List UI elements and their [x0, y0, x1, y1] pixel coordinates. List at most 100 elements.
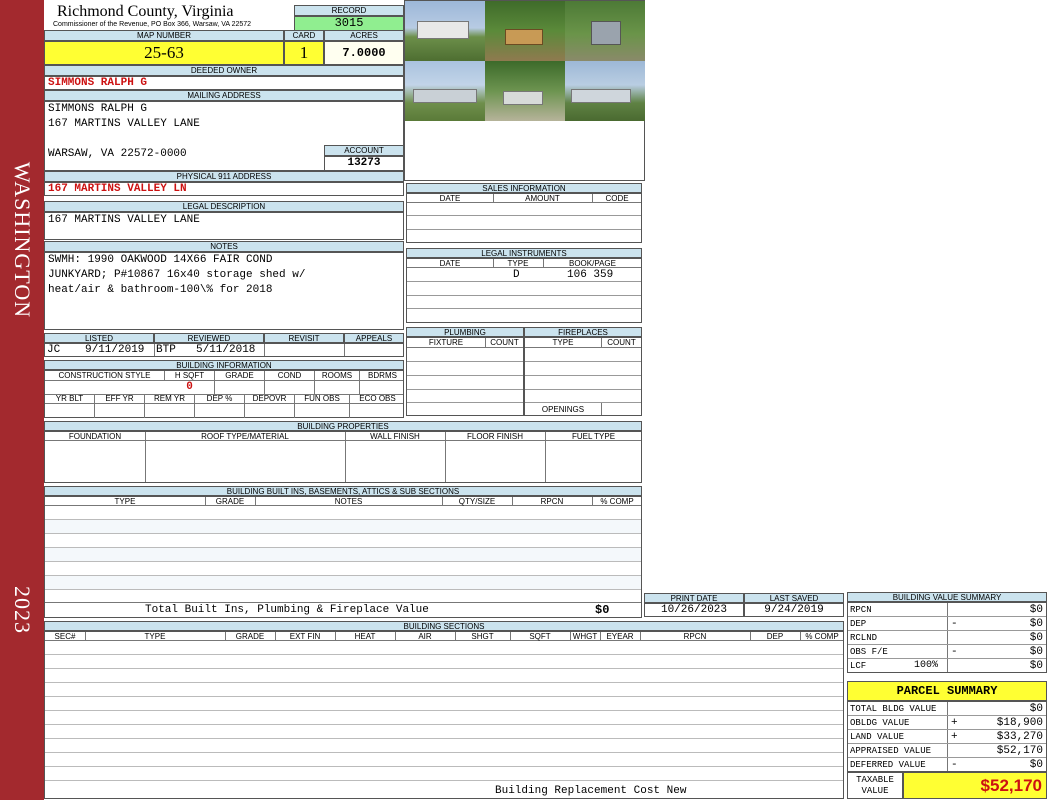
year-label: 2023 [10, 586, 35, 634]
col-eco-obs: ECO OBS [359, 394, 396, 403]
bvs-lcf-label: LCF [850, 661, 867, 671]
sections-col-type: TYPE [144, 632, 166, 641]
sections-col-sqft: SQFT [529, 632, 551, 641]
building-info-header: BUILDING INFORMATION [44, 360, 404, 370]
builtins-col-comp: % COMP [600, 497, 634, 506]
print-date-value: 10/26/2023 [644, 603, 744, 617]
bvs-dep-label: DEP [850, 619, 867, 629]
col-rem-yr: REM YR [154, 394, 185, 403]
fireplaces-openings: OPENINGS [541, 405, 585, 414]
sections-col-grade: GRADE [235, 632, 265, 641]
plumbing-header: PLUMBING [406, 327, 524, 337]
col-yr-blt: YR BLT [55, 394, 84, 403]
bvs-rclnd-label: RCLND [850, 633, 878, 643]
builtins-col-notes: NOTES [334, 497, 363, 506]
physical-address-header: PHYSICAL 911 ADDRESS [44, 171, 404, 182]
taxable-label-box: TAXABLE VALUE [847, 772, 903, 799]
commissioner-address: Commissioner of the Revenue, PO Box 366,… [53, 21, 252, 28]
legal-description-box: 167 MARTINS VALLEY LANE [44, 212, 404, 240]
sections-col-shgt: SHGT [471, 632, 494, 641]
parcel-land-value: $33,270 [996, 731, 1043, 743]
sections-header: BUILDING SECTIONS [44, 621, 844, 631]
taxable-label-1: TAXABLE [856, 775, 894, 785]
properties-header: BUILDING PROPERTIES [44, 421, 642, 431]
fireplaces-header: FIREPLACES [524, 327, 642, 337]
parcel-obldg-label: OBLDG VALUE [850, 718, 910, 728]
col-eff-yr: EFF YR [105, 394, 134, 403]
legal-description-header: LEGAL DESCRIPTION [44, 201, 404, 212]
properties-table: FOUNDATION ROOF TYPE/MATERIAL WALL FINIS… [44, 431, 642, 483]
sidebar-band: WASHINGTON 2023 [0, 0, 44, 800]
col-cond: COND [277, 371, 302, 380]
photo-house-2 [485, 1, 565, 61]
record-value: 3015 [294, 16, 404, 31]
acres-header: ACRES [324, 30, 404, 41]
prop-col-foundation: FOUNDATION [68, 432, 122, 441]
col-rooms: ROOMS [321, 371, 353, 380]
sales-col-date: DATE [439, 194, 461, 203]
sections-footer: Building Replacement Cost New [495, 785, 687, 797]
bvs-rpcn-value: $0 [1029, 604, 1043, 616]
fireplaces-table: TYPE COUNT OPENINGS [524, 337, 642, 416]
col-fun-obs: FUN OBS [304, 394, 340, 403]
sections-col-eyear: EYEAR [606, 632, 634, 641]
col-dep-pct: DEP % [206, 394, 233, 403]
builtins-table: TYPE GRADE NOTES QTY/SIZE RPCN % COMP To… [44, 496, 642, 618]
plumbing-col-fixture: FIXTURE [428, 338, 464, 347]
legal-description-value: 167 MARTINS VALLEY LANE [48, 214, 200, 226]
instrument-type: D [513, 269, 520, 281]
card-value: 1 [284, 41, 324, 65]
col-depovr: DEPOVR [252, 394, 287, 403]
photo-yard-5 [485, 61, 565, 121]
parcel-land-label: LAND VALUE [850, 732, 905, 742]
fireplaces-col-count: COUNT [607, 338, 636, 347]
instruments-table: DATE TYPE BOOK/PAGE D 106 359 [406, 258, 642, 323]
reviewed-header: REVIEWED [154, 333, 264, 343]
parcel-deferred-sign: - [951, 759, 958, 771]
col-construction-style: CONSTRUCTION STYLE [58, 371, 151, 380]
account-header: ACCOUNT [324, 145, 404, 156]
sections-col-comp: % COMP [805, 632, 839, 641]
notes-line-1: SWMH: 1990 OAKWOOD 14X66 FAIR COND [48, 254, 273, 266]
revisit-header: REVISIT [264, 333, 344, 343]
photo-mobile-home-4 [405, 61, 485, 121]
notes-line-3: heat/air & bathroom-100\% for 2018 [48, 284, 273, 296]
mailing-address-header: MAILING ADDRESS [44, 90, 404, 101]
builtins-header: BUILDING BUILT INS, BASEMENTS, ATTICS & … [44, 486, 642, 496]
parcel-land-sign: + [951, 731, 958, 743]
bvs-obs-value: $0 [1029, 646, 1043, 658]
bvs-rclnd-value: $0 [1029, 632, 1043, 644]
sections-col-rpcn: RPCN [683, 632, 707, 641]
instruments-col-bookpage: BOOK/PAGE [569, 259, 616, 268]
map-number-value: 25-63 [44, 41, 284, 65]
prop-col-roof: ROOF TYPE/MATERIAL [201, 432, 289, 441]
notes-box: SWMH: 1990 OAKWOOD 14X66 FAIR COND JUNKY… [44, 252, 404, 330]
bvs-table: RPCN $0 DEP - $0 RCLND $0 OBS F/E - $0 L… [847, 602, 1047, 673]
parcel-total-bldg-value: $0 [1029, 703, 1043, 715]
building-info-box: CONSTRUCTION STYLE H SQFT 0 GRADE COND R… [44, 370, 404, 418]
builtins-col-qty: QTY/SIZE [458, 497, 496, 506]
col-h-sqft: H SQFT [174, 371, 205, 380]
col-grade: GRADE [225, 371, 254, 380]
sections-table: SEC# TYPE GRADE EXT FIN HEAT AIR SHGT SQ… [44, 631, 844, 799]
sections-col-whgt: WHGT [572, 632, 598, 641]
builtins-col-type: TYPE [114, 497, 136, 506]
listed-by: JC [47, 344, 61, 356]
bvs-obs-label: OBS F/E [850, 647, 888, 657]
photo-panel [404, 0, 645, 181]
instruments-header: LEGAL INSTRUMENTS [406, 248, 642, 258]
mailing-line-2: 167 MARTINS VALLEY LANE [48, 118, 200, 130]
listing-row: JC 9/11/2019 BTP 5/11/2018 [44, 343, 404, 357]
sales-table: DATE AMOUNT CODE [406, 193, 642, 243]
reviewed-date: 5/11/2018 [196, 344, 256, 356]
h-sqft-value: 0 [186, 381, 193, 393]
sections-col-extfin: EXT FIN [289, 632, 321, 641]
map-number-header: MAP NUMBER [44, 30, 284, 41]
sections-col-sec: SEC# [54, 632, 76, 641]
sales-col-code: CODE [605, 194, 629, 203]
parcel-appraised-value: $52,170 [996, 745, 1043, 757]
last-saved-header: LAST SAVED [744, 593, 844, 603]
notes-line-2: JUNKYARD; P#10867 16x40 storage shed w/ [48, 269, 306, 281]
card-header: CARD [284, 30, 324, 41]
account-value: 13273 [324, 156, 404, 171]
